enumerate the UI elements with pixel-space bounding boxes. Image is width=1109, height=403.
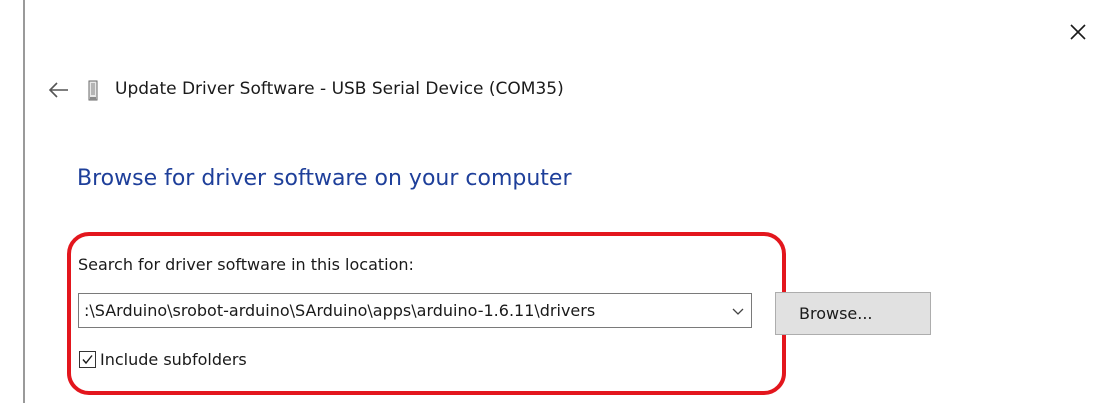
include-subfolders-label[interactable]: Include subfolders bbox=[100, 350, 247, 369]
page-heading: Browse for driver software on your compu… bbox=[77, 166, 572, 191]
browse-button[interactable]: Browse... bbox=[775, 292, 931, 335]
path-combobox[interactable]: :\SArduino\srobot-arduino\SArduino\apps\… bbox=[78, 293, 752, 328]
include-subfolders-checkbox[interactable] bbox=[79, 351, 96, 368]
path-input-value[interactable]: :\SArduino\srobot-arduino\SArduino\apps\… bbox=[84, 301, 595, 320]
usb-device-icon bbox=[86, 80, 100, 102]
location-label: Search for driver software in this locat… bbox=[78, 255, 414, 274]
close-icon bbox=[1070, 24, 1086, 40]
update-driver-window: Update Driver Software - USB Serial Devi… bbox=[0, 0, 1109, 403]
browse-button-label: Browse... bbox=[799, 304, 873, 323]
back-arrow-icon bbox=[48, 82, 68, 98]
checkmark-icon bbox=[82, 355, 93, 365]
back-button[interactable] bbox=[48, 82, 70, 98]
chevron-down-icon[interactable] bbox=[731, 304, 745, 318]
window-title: Update Driver Software - USB Serial Devi… bbox=[115, 79, 564, 99]
window-left-border bbox=[23, 0, 25, 403]
close-button[interactable] bbox=[1063, 17, 1093, 47]
